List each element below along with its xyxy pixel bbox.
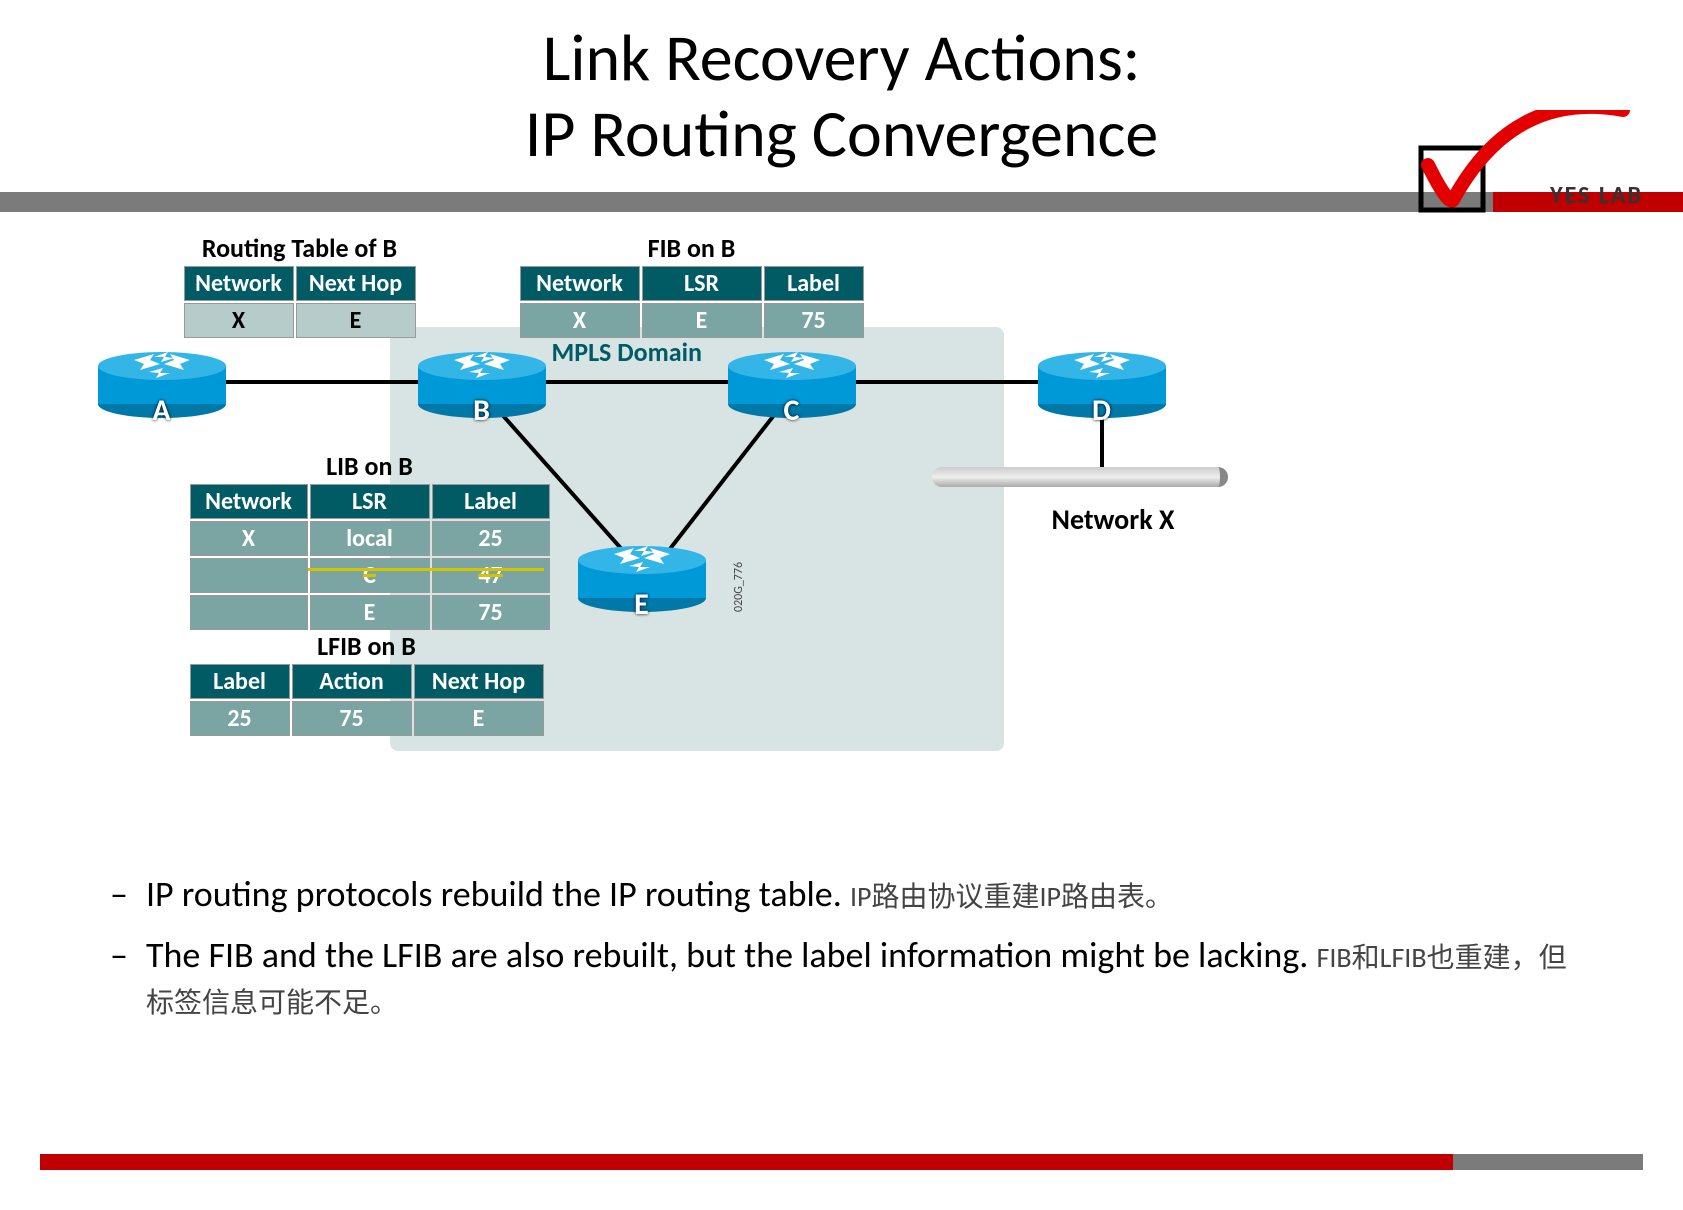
title-line2: IP Routing Convergence <box>525 93 1159 174</box>
table-row: X E 75 <box>520 303 864 338</box>
cell: 75 <box>432 595 550 630</box>
table-header-row: Label Action Next Hop <box>190 664 544 699</box>
dash-icon: – <box>110 933 128 1023</box>
router-a-label: A <box>94 392 230 429</box>
routing-table-b: Routing Table of B Network Next Hop X E <box>182 232 418 340</box>
bullet-item: – The FIB and the LFIB are also rebuilt,… <box>110 933 1593 1023</box>
col-network: Network <box>184 266 294 301</box>
cell: local <box>310 521 430 556</box>
table-row: E 75 <box>190 595 550 630</box>
col-label: Label <box>764 266 864 301</box>
col-network: Network <box>190 484 308 519</box>
cell: X <box>190 521 308 556</box>
network-bus <box>932 467 1228 487</box>
table-row: X local 25 <box>190 521 550 556</box>
table-row: X E <box>184 303 416 338</box>
router-c-label: C <box>724 392 860 429</box>
table-row-struck: C 47 <box>190 558 550 593</box>
router-c: C <box>724 344 860 420</box>
lfib-on-b: LFIB on B Label Action Next Hop 25 75 E <box>188 630 546 738</box>
router-b: B <box>414 344 550 420</box>
lib-on-b: LIB on B Network LSR Label X local 25 C … <box>188 450 552 632</box>
router-b-label: B <box>414 392 550 429</box>
col-label: Label <box>432 484 550 519</box>
router-e: E <box>574 538 710 614</box>
cell: E <box>310 595 430 630</box>
logo-text: YES LAB <box>1550 181 1643 210</box>
bullet-list: – IP routing protocols rebuild the IP ro… <box>110 872 1593 1023</box>
table-header-row: Network LSR Label <box>190 484 550 519</box>
fib-on-b: FIB on B Network LSR Label X E 75 <box>518 232 866 340</box>
image-ref-id: 020G_776 <box>732 562 746 612</box>
col-action: Action <box>292 664 412 699</box>
routing-table-b-title: Routing Table of B <box>182 232 418 264</box>
col-label: Label <box>190 664 290 699</box>
table-header-row: Network LSR Label <box>520 266 864 301</box>
table-header-row: Network Next Hop <box>184 266 416 301</box>
bullet-en: IP routing protocols rebuild the IP rout… <box>146 872 842 916</box>
cell: X <box>184 303 294 338</box>
cell: 25 <box>190 701 290 736</box>
lfib-on-b-title: LFIB on B <box>188 630 546 662</box>
cell: 47 <box>432 558 550 593</box>
cell: E <box>414 701 544 736</box>
yeslab-logo: YES LAB <box>1393 110 1643 210</box>
lib-on-b-title: LIB on B <box>188 450 552 482</box>
network-x-label: Network X <box>1052 502 1175 537</box>
col-nexthop: Next Hop <box>296 266 416 301</box>
cell: C <box>310 558 430 593</box>
cell <box>190 595 308 630</box>
network-diagram: MPLS Domain A B C D E <box>52 232 1632 852</box>
router-a: A <box>94 344 230 420</box>
col-lsr: LSR <box>310 484 430 519</box>
cell: 75 <box>292 701 412 736</box>
cell: 75 <box>764 303 864 338</box>
router-e-label: E <box>574 586 710 623</box>
bullet-en: The FIB and the LFIB are also rebuilt, b… <box>146 933 1308 977</box>
table-row: 25 75 E <box>190 701 544 736</box>
fib-on-b-title: FIB on B <box>518 232 866 264</box>
cell: 25 <box>432 521 550 556</box>
cell: E <box>296 303 416 338</box>
dash-icon: – <box>110 872 128 917</box>
footer-divider <box>0 1154 1683 1170</box>
bullet-zh: IP路由协议重建IP路由表。 <box>850 879 1173 914</box>
col-lsr: LSR <box>642 266 762 301</box>
router-d: D <box>1034 344 1170 420</box>
title-line1: Link Recovery Actions: <box>543 17 1141 98</box>
col-nexthop: Next Hop <box>414 664 544 699</box>
bullet-item: – IP routing protocols rebuild the IP ro… <box>110 872 1593 917</box>
router-d-label: D <box>1034 392 1170 429</box>
strike-line-icon <box>308 568 544 571</box>
cell <box>190 558 308 593</box>
col-network: Network <box>520 266 640 301</box>
cell: X <box>520 303 640 338</box>
cell: E <box>642 303 762 338</box>
